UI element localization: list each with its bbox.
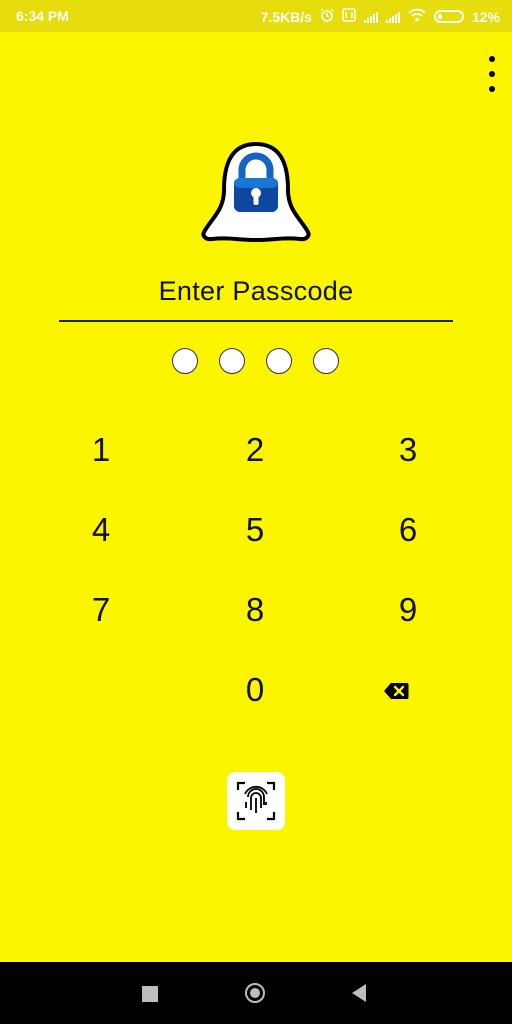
signal-icon xyxy=(385,11,400,23)
passcode-dot xyxy=(172,348,198,374)
key-3[interactable]: 3 xyxy=(353,420,463,480)
key-5[interactable]: 5 xyxy=(200,500,310,560)
fingerprint-icon[interactable] xyxy=(227,772,285,830)
key-0[interactable]: 0 xyxy=(200,660,310,720)
passcode-dot xyxy=(219,348,245,374)
signal-icon xyxy=(363,11,378,23)
battery-icon xyxy=(433,10,464,23)
ghost-lock-icon xyxy=(198,140,314,246)
data-icon xyxy=(342,8,356,25)
divider xyxy=(59,320,453,322)
key-1[interactable]: 1 xyxy=(46,420,156,480)
back-icon[interactable] xyxy=(352,984,366,1002)
battery-percent: 12% xyxy=(471,8,500,25)
recent-apps-icon[interactable] xyxy=(142,986,158,1002)
key-9[interactable]: 9 xyxy=(353,580,463,640)
passcode-indicator xyxy=(172,348,339,374)
alarm-icon xyxy=(320,8,334,25)
network-speed: 7.5KB/s xyxy=(260,8,312,25)
key-6[interactable]: 6 xyxy=(353,500,463,560)
key-8[interactable]: 8 xyxy=(200,580,310,640)
passcode-dot xyxy=(313,348,339,374)
status-time: 6:34 PM xyxy=(16,8,69,24)
wifi-icon xyxy=(408,8,426,25)
passcode-dot xyxy=(266,348,292,374)
home-icon[interactable] xyxy=(245,983,265,1003)
page-title: Enter Passcode xyxy=(158,276,354,306)
more-vert-icon[interactable] xyxy=(484,56,500,92)
status-icons: 7.5KB/s 12% xyxy=(261,8,500,25)
key-7[interactable]: 7 xyxy=(46,580,156,640)
key-2[interactable]: 2 xyxy=(200,420,310,480)
key-4[interactable]: 4 xyxy=(46,500,156,560)
backspace-icon[interactable] xyxy=(376,676,416,706)
status-bar: 6:34 PM 7.5KB/s 12% xyxy=(0,0,512,32)
